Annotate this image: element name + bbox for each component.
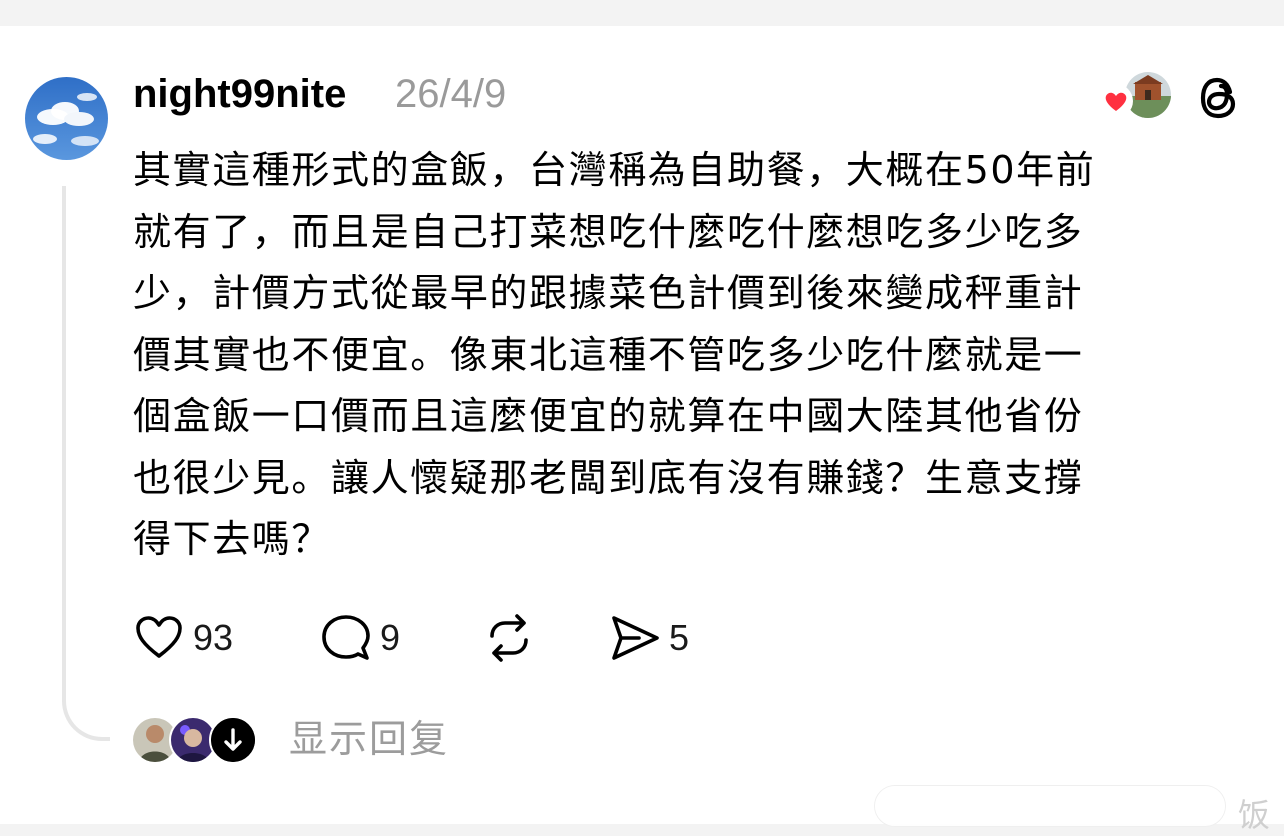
post-text: 其實這種形式的盒飯，台灣稱為自助餐，大概在50年前 就有了，而且是自己打菜想吃什… (133, 148, 1096, 561)
watermark-text: 饭 (1238, 796, 1271, 834)
repost-icon (490, 614, 528, 662)
comment-count: 9 (380, 617, 401, 658)
like-count: 93 (193, 617, 234, 658)
share-count: 5 (669, 617, 690, 658)
repost-button[interactable] (483, 610, 535, 666)
username[interactable]: night99nite (133, 70, 346, 118)
thread-line (62, 186, 110, 741)
liked-by-author-indicator[interactable] (1099, 70, 1173, 122)
heart-badge-icon (1099, 84, 1133, 118)
share-button[interactable]: 5 (609, 610, 689, 666)
arrow-down-icon (211, 718, 255, 762)
share-icon (612, 616, 659, 660)
comment-icon (322, 615, 370, 660)
like-button[interactable]: 93 (133, 610, 233, 666)
show-replies-row[interactable]: 显示回复 (131, 716, 531, 766)
heart-icon (136, 616, 182, 658)
post-date: 26/4/9 (395, 72, 507, 116)
expand-replies-button[interactable] (209, 716, 257, 764)
user-avatar[interactable] (25, 77, 108, 160)
post-actions: 93 9 5 (133, 610, 733, 666)
watermark-bar (875, 786, 1225, 826)
comment-button[interactable]: 9 (320, 610, 400, 666)
show-replies-label[interactable]: 显示回复 (289, 716, 449, 762)
threads-logo-icon[interactable] (1197, 72, 1243, 124)
post-card: night99nite 26/4/9 其實這種形式的盒飯，台灣稱為自助餐，大概在… (0, 26, 1284, 834)
